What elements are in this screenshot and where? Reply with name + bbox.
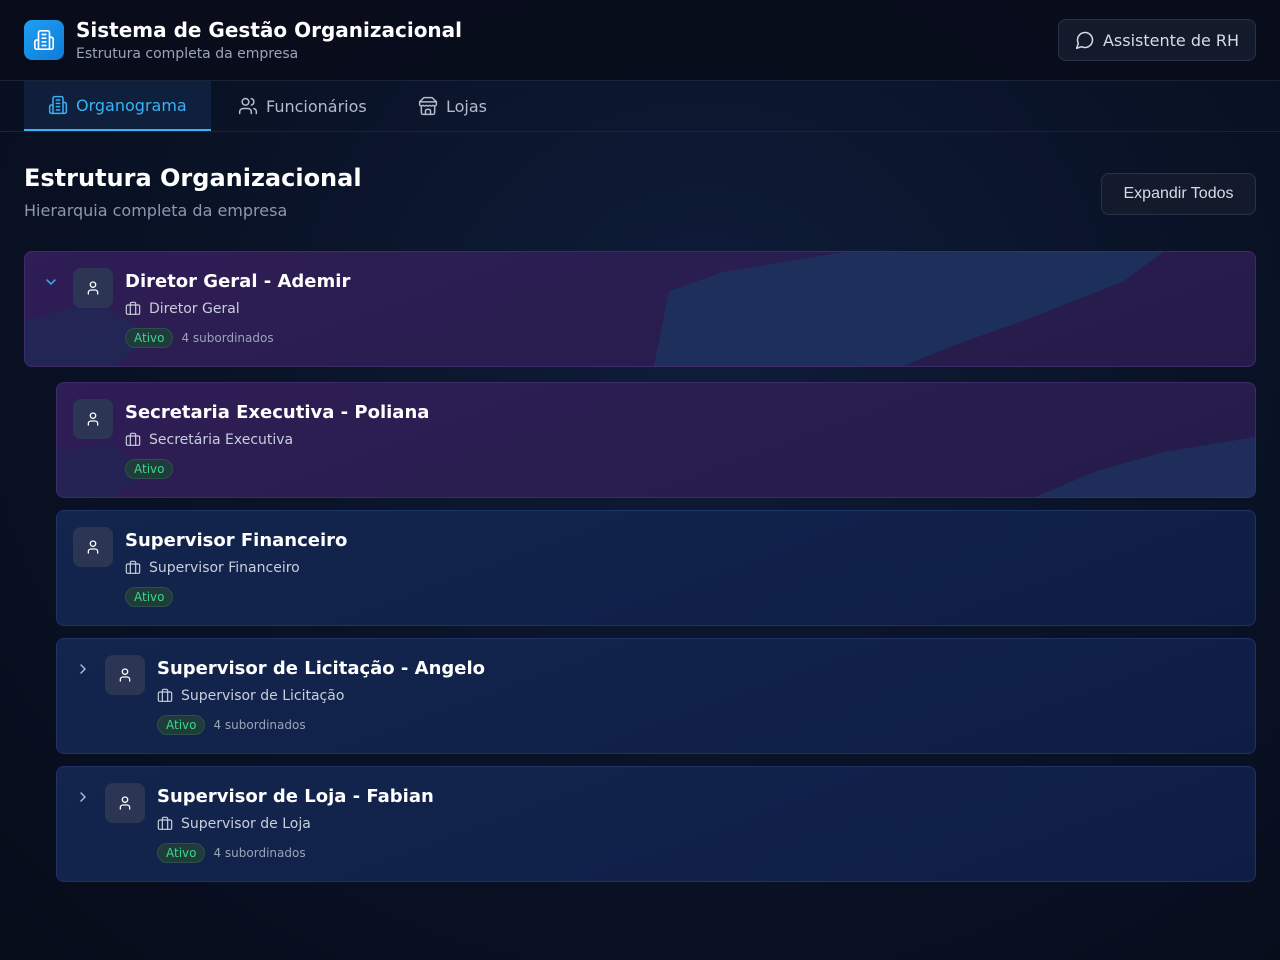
org-node-supervisor-licitacao[interactable]: Supervisor de Licitação - Angelo Supervi…: [56, 638, 1256, 754]
users-icon: [238, 96, 258, 116]
briefcase-icon: [125, 432, 141, 448]
node-role: Secretária Executiva: [125, 432, 293, 448]
avatar: [73, 399, 113, 439]
avatar: [105, 655, 145, 695]
section-subtitle: Hierarquia completa da empresa: [24, 201, 288, 220]
hr-assistant-button[interactable]: Assistente de RH: [1058, 19, 1256, 61]
node-meta: Ativo: [125, 459, 174, 479]
building-icon: [24, 20, 64, 60]
app-subtitle: Estrutura completa da empresa: [76, 46, 299, 62]
chevron-right-icon[interactable]: [73, 659, 93, 679]
node-title: Supervisor de Licitação - Angelo: [157, 658, 486, 679]
avatar: [73, 527, 113, 567]
node-role: Supervisor Financeiro: [125, 560, 300, 576]
status-badge: Ativo: [157, 843, 206, 863]
app-header: Sistema de Gestão Organizacional Estrutu…: [0, 0, 1280, 81]
avatar: [73, 268, 113, 308]
org-node-supervisor-loja[interactable]: Supervisor de Loja - Fabian Supervisor d…: [56, 766, 1256, 882]
chat-bubble-icon: [1075, 30, 1095, 50]
user-icon: [117, 795, 133, 811]
user-icon: [85, 539, 101, 555]
node-role: Supervisor de Licitação: [157, 688, 344, 704]
expand-all-button[interactable]: Expandir Todos: [1101, 173, 1256, 215]
node-meta: Ativo 4 subordinados: [157, 843, 306, 863]
subordinates-count: 4 subordinados: [181, 331, 274, 345]
briefcase-icon: [125, 560, 141, 576]
status-badge: Ativo: [125, 328, 174, 348]
node-title: Supervisor Financeiro: [125, 530, 348, 551]
building-icon: [48, 95, 68, 115]
node-role: Diretor Geral: [125, 301, 240, 317]
briefcase-icon: [157, 688, 173, 704]
node-title: Diretor Geral - Ademir: [125, 271, 351, 292]
org-node-diretor-geral[interactable]: Diretor Geral - Ademir Diretor Geral Ati…: [24, 251, 1256, 367]
tab-organograma[interactable]: Organograma: [24, 81, 211, 131]
tab-label: Funcionários: [266, 96, 367, 116]
main-tabs: Organograma Funcionários Lojas: [0, 81, 1280, 132]
subordinates-count: 4 subordinados: [213, 846, 306, 860]
hr-assistant-label: Assistente de RH: [1102, 30, 1240, 50]
node-role-label: Secretária Executiva: [149, 432, 294, 448]
tab-label: Organograma: [76, 95, 187, 115]
chevron-down-icon[interactable]: [41, 272, 61, 292]
node-meta: Ativo 4 subordinados: [125, 328, 274, 348]
briefcase-icon: [157, 816, 173, 832]
chevron-right-icon[interactable]: [73, 787, 93, 807]
user-icon: [85, 280, 101, 296]
tab-lojas[interactable]: Lojas: [418, 81, 487, 131]
user-icon: [117, 667, 133, 683]
node-meta: Ativo 4 subordinados: [157, 715, 306, 735]
app-title: Sistema de Gestão Organizacional: [76, 18, 463, 42]
node-role: Supervisor de Loja: [157, 816, 311, 832]
node-role-label: Supervisor de Loja: [181, 816, 311, 832]
org-node-supervisor-financeiro[interactable]: Supervisor Financeiro Supervisor Finance…: [56, 510, 1256, 626]
briefcase-icon: [125, 301, 141, 317]
node-role-label: Supervisor Financeiro: [149, 560, 300, 576]
tab-label: Lojas: [446, 96, 488, 116]
section-title: Estrutura Organizacional: [24, 164, 362, 192]
node-meta: Ativo: [125, 587, 174, 607]
tab-funcionarios[interactable]: Funcionários: [238, 81, 367, 131]
store-icon: [418, 96, 438, 116]
org-node-secretaria-executiva[interactable]: Secretaria Executiva - Poliana Secretári…: [56, 382, 1256, 498]
status-badge: Ativo: [125, 459, 174, 479]
status-badge: Ativo: [125, 587, 174, 607]
node-title: Supervisor de Loja - Fabian: [157, 786, 434, 807]
user-icon: [85, 411, 101, 427]
avatar: [105, 783, 145, 823]
node-title: Secretaria Executiva - Poliana: [125, 402, 430, 423]
status-badge: Ativo: [157, 715, 206, 735]
node-role-label: Supervisor de Licitação: [181, 688, 345, 704]
node-role-label: Diretor Geral: [149, 301, 240, 317]
subordinates-count: 4 subordinados: [213, 718, 306, 732]
